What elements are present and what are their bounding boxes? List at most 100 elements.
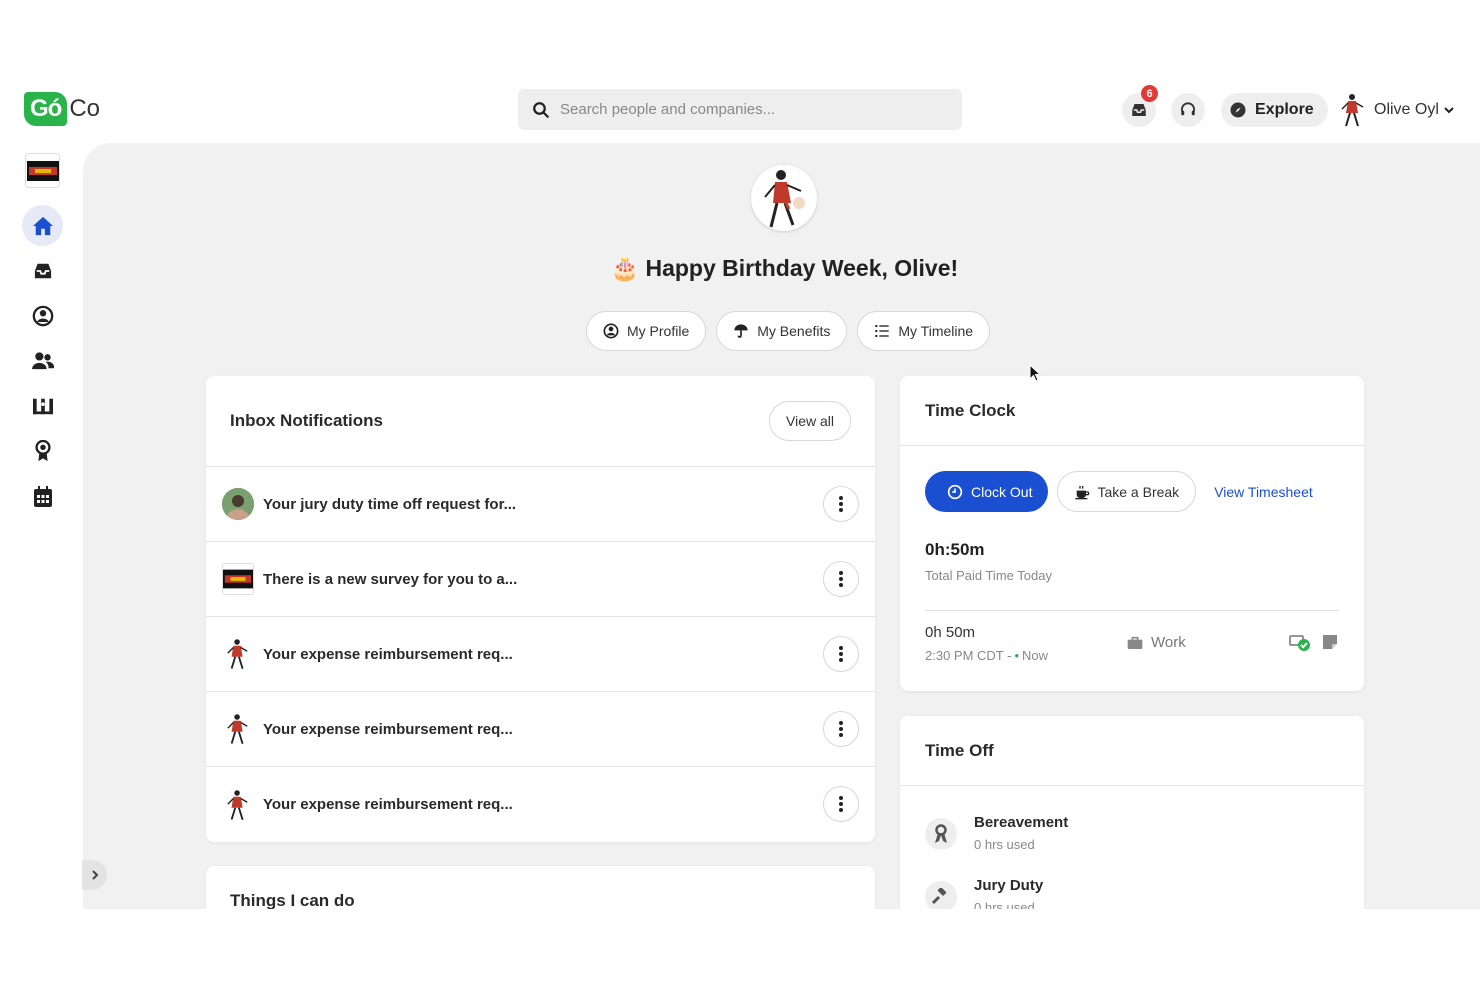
sidebar-item-people[interactable]	[22, 340, 63, 381]
umbrella-icon	[734, 324, 748, 338]
sender-avatar	[222, 488, 254, 520]
total-paid-time-label: Total Paid Time Today	[925, 568, 1052, 583]
notification-text: Your jury duty time off request for...	[263, 495, 517, 513]
time-off-used: 0 hrs used	[974, 837, 1035, 852]
notification-text: Your expense reimbursement req...	[263, 796, 513, 813]
notification-menu-button[interactable]	[823, 561, 859, 597]
entry-time-range: 2:30 PM CDT - • Now	[925, 648, 1048, 663]
entry-end: Now	[1022, 648, 1049, 663]
sidebar-item-calendar[interactable]	[22, 476, 63, 517]
profile-avatar[interactable]	[751, 165, 817, 231]
company-logo[interactable]	[25, 153, 60, 188]
more-vertical-icon	[839, 496, 843, 512]
support-button[interactable]	[1171, 93, 1205, 127]
clock-out-button[interactable]: Clock Out	[925, 471, 1049, 512]
sidebar-expand-button[interactable]	[82, 860, 107, 890]
my-benefits-label: My Benefits	[757, 323, 831, 339]
time-off-name: Jury Duty	[974, 877, 1044, 894]
person-photo-icon	[222, 488, 254, 520]
sidebar-item-awards[interactable]	[22, 430, 63, 471]
time-off-name: Bereavement	[974, 814, 1069, 831]
notification-menu-button[interactable]	[823, 786, 859, 822]
time-clock-title: Time Clock	[925, 401, 1016, 420]
notification-item[interactable]: Your expense reimbursement req...	[206, 767, 875, 842]
clock-icon	[947, 484, 963, 499]
sidebar-item-profile[interactable]	[22, 295, 63, 336]
goco-logo[interactable]: Gó Co	[24, 92, 100, 126]
ribbon-icon	[935, 824, 947, 843]
inbox-tray-icon	[34, 263, 51, 278]
notification-menu-button[interactable]	[823, 636, 859, 672]
time-off-item[interactable]: Jury Duty 0 hrs used	[925, 877, 1043, 909]
take-break-label: Take a Break	[1097, 483, 1180, 500]
gavel-icon-wrap	[925, 881, 957, 909]
logo-co: Co	[69, 95, 101, 122]
time-clock-actions: Clock Out Take a Break View Timesheet	[925, 471, 1313, 512]
time-clock-header: Time Clock	[900, 376, 1364, 446]
note-icon	[1323, 635, 1337, 649]
things-title: Things I can do	[230, 891, 355, 909]
notification-item[interactable]: There is a new survey for you to a...	[206, 542, 875, 617]
entry-start: 2:30 PM CDT -	[925, 648, 1012, 663]
quick-links: My Profile My Benefits My Timeline	[586, 311, 991, 351]
location-verified-button[interactable]	[1289, 634, 1311, 657]
inbox-button[interactable]: 6	[1122, 85, 1158, 127]
more-vertical-icon	[839, 721, 843, 737]
time-off-text: Jury Duty 0 hrs used	[974, 877, 1043, 909]
app-window: Gó Co 6 Explore Olive Oyl	[0, 80, 1480, 909]
my-profile-button[interactable]: My Profile	[586, 311, 707, 351]
coffee-cup-icon	[1075, 485, 1090, 499]
inbox-notifications-card: Inbox Notifications View all Your jury d…	[206, 376, 875, 842]
headset-icon	[1181, 102, 1195, 116]
notification-text: Your expense reimbursement req...	[263, 720, 513, 738]
time-off-used: 0 hrs used	[974, 900, 1035, 909]
total-paid-time: 0h:50m	[925, 540, 985, 559]
notification-menu-button[interactable]	[823, 711, 859, 747]
explore-label: Explore	[1255, 101, 1314, 118]
company-badge-icon	[26, 160, 59, 181]
inbox-tray-icon	[1132, 104, 1146, 116]
olive-oyl-avatar-icon	[227, 789, 248, 820]
notification-text: There is a new survey for you to a...	[263, 570, 518, 588]
my-timeline-button[interactable]: My Timeline	[857, 311, 991, 351]
search-input[interactable]	[560, 101, 940, 118]
explore-button[interactable]: Explore	[1221, 93, 1328, 127]
view-all-button[interactable]: View all	[769, 401, 851, 441]
time-off-header: Time Off	[900, 716, 1364, 786]
take-break-button[interactable]: Take a Break	[1057, 471, 1197, 512]
view-timesheet-link[interactable]: View Timesheet	[1214, 484, 1313, 500]
entry-type-label: Work	[1151, 634, 1186, 651]
notification-item[interactable]: Your expense reimbursement req...	[206, 692, 875, 767]
user-circle-icon	[32, 305, 53, 326]
mouse-cursor-icon	[1029, 364, 1041, 382]
search-bar[interactable]	[518, 89, 962, 130]
timeline-list-icon	[875, 325, 890, 337]
gavel-icon	[932, 888, 947, 905]
search-icon	[533, 101, 549, 118]
my-benefits-button[interactable]: My Benefits	[716, 311, 848, 351]
user-name: Olive Oyl	[1374, 101, 1439, 118]
sidebar-item-org-chart[interactable]	[22, 385, 63, 426]
user-circle-icon	[603, 323, 619, 339]
time-off-item[interactable]: Bereavement 0 hrs used	[925, 814, 1068, 852]
sidebar-item-inbox[interactable]	[22, 250, 63, 291]
sidebar-item-home[interactable]	[22, 205, 63, 246]
my-timeline-label: My Timeline	[898, 323, 974, 339]
time-off-card: Time Off Bereavement 0 hrs used Jury Dut…	[900, 716, 1364, 909]
people-icon	[31, 351, 54, 369]
entry-note-button[interactable]	[1322, 634, 1338, 655]
user-menu[interactable]: Olive Oyl	[1340, 90, 1455, 130]
things-i-can-do-card: Things I can do	[206, 866, 875, 909]
compass-icon	[1230, 102, 1246, 118]
notification-menu-button[interactable]	[823, 486, 859, 522]
notification-badge: 6	[1141, 85, 1158, 102]
notification-item[interactable]: Your jury duty time off request for...	[206, 467, 875, 542]
award-icon	[34, 439, 51, 461]
sidebar	[0, 143, 83, 909]
location-verified-icon	[1289, 635, 1310, 651]
notification-item[interactable]: Your expense reimbursement req...	[206, 617, 875, 692]
divider	[925, 610, 1339, 611]
more-vertical-icon	[839, 571, 843, 587]
chevron-down-icon	[1444, 107, 1454, 114]
ribbon-icon-wrap	[925, 818, 957, 850]
